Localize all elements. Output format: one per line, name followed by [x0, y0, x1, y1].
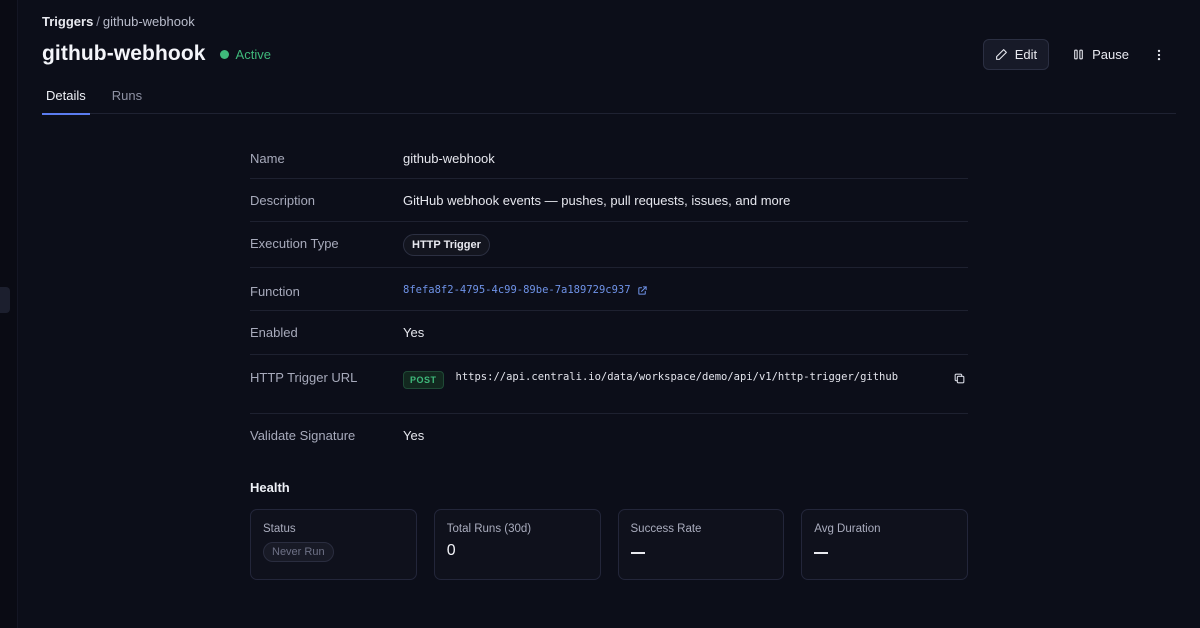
- tabs: Details Runs: [42, 84, 1176, 115]
- pencil-icon: [995, 49, 1007, 60]
- copy-url-button[interactable]: [953, 372, 966, 388]
- detail-label: Name: [250, 151, 285, 166]
- breadcrumb-current: github-webhook: [102, 14, 195, 29]
- total-runs-value: 0: [446, 542, 456, 559]
- detail-label: Execution Type: [250, 236, 339, 251]
- breadcrumb-separator: /: [96, 14, 100, 29]
- avg-duration-value: [814, 552, 829, 554]
- status-badge: Active: [219, 46, 271, 62]
- http-trigger-url: https://api.centrali.io/data/workspace/d…: [455, 371, 899, 383]
- pause-icon: [1074, 49, 1083, 60]
- details-table: Name github-webhook Description GitHub w…: [250, 136, 968, 456]
- detail-label: Function: [250, 284, 300, 299]
- detail-row-validate-signature: Validate Signature Yes: [250, 414, 968, 456]
- never-run-badge: Never Run: [263, 542, 334, 562]
- detail-row-enabled: Enabled Yes: [250, 311, 968, 355]
- detail-value-enabled: Yes: [403, 325, 425, 340]
- left-rail: [0, 0, 18, 628]
- detail-value-validate-signature: Yes: [403, 428, 425, 443]
- detail-value-name: github-webhook: [403, 151, 495, 166]
- status-dot-icon: [219, 49, 229, 59]
- health-section: Health Status Never Run Total Runs (30d)…: [250, 480, 968, 580]
- detail-row-function: Function 8fefa8f2-4795-4c99-89be-7a18972…: [250, 268, 968, 311]
- detail-row-description: Description GitHub webhook events — push…: [250, 179, 968, 222]
- health-card-success-rate: Success Rate: [617, 509, 785, 580]
- detail-label: HTTP Trigger URL: [250, 370, 358, 385]
- card-label: Total Runs (30d): [446, 523, 532, 535]
- success-rate-value: [630, 552, 645, 554]
- pause-button[interactable]: Pause: [1061, 39, 1140, 70]
- function-link[interactable]: 8fefa8f2-4795-4c99-89be-7a189729c937: [403, 284, 648, 296]
- app-window: Triggers / github-webhook github-webhook A…: [0, 0, 1200, 628]
- sidebar-toggle-handle[interactable]: [0, 287, 10, 313]
- http-method-badge: POST: [403, 371, 444, 389]
- header-actions: Edit Pause: [982, 39, 1176, 70]
- pause-button-label: Pause: [1092, 47, 1129, 62]
- detail-value-description: GitHub webhook events — pushes, pull req…: [403, 193, 791, 208]
- health-card-total-runs: Total Runs (30d) 0: [433, 509, 601, 580]
- external-link-icon: [637, 285, 647, 295]
- card-label: Success Rate: [630, 523, 702, 535]
- edit-button[interactable]: Edit: [982, 39, 1050, 70]
- detail-label: Enabled: [250, 325, 298, 340]
- function-id: 8fefa8f2-4795-4c99-89be-7a189729c937: [403, 284, 631, 296]
- health-title: Health: [250, 480, 290, 495]
- tab-runs[interactable]: Runs: [108, 84, 146, 114]
- breadcrumb: Triggers / github-webhook: [42, 14, 195, 29]
- health-card-avg-duration: Avg Duration: [801, 509, 968, 580]
- detail-row-http-trigger-url: HTTP Trigger URL POST https://api.centra…: [250, 355, 968, 414]
- execution-type-badge: HTTP Trigger: [403, 234, 490, 256]
- detail-row-execution-type: Execution Type HTTP Trigger: [250, 222, 968, 268]
- page-title: github-webhook: [42, 42, 206, 65]
- card-label: Avg Duration: [814, 523, 881, 535]
- health-card-status: Status Never Run: [250, 509, 417, 580]
- edit-button-label: Edit: [1014, 47, 1038, 62]
- card-label: Status: [263, 523, 296, 535]
- breadcrumb-triggers-link[interactable]: Triggers: [42, 14, 93, 29]
- title-row: github-webhook Active: [42, 42, 271, 66]
- more-vertical-icon: [1157, 49, 1160, 60]
- copy-icon: [954, 373, 964, 384]
- detail-row-name: Name github-webhook: [250, 136, 968, 179]
- status-text: Active: [235, 46, 271, 62]
- tab-details[interactable]: Details: [42, 84, 90, 115]
- more-options-button[interactable]: [1148, 39, 1176, 70]
- detail-label: Description: [250, 193, 316, 208]
- health-cards: Status Never Run Total Runs (30d) 0 Succ…: [250, 509, 968, 580]
- detail-label: Validate Signature: [250, 428, 356, 443]
